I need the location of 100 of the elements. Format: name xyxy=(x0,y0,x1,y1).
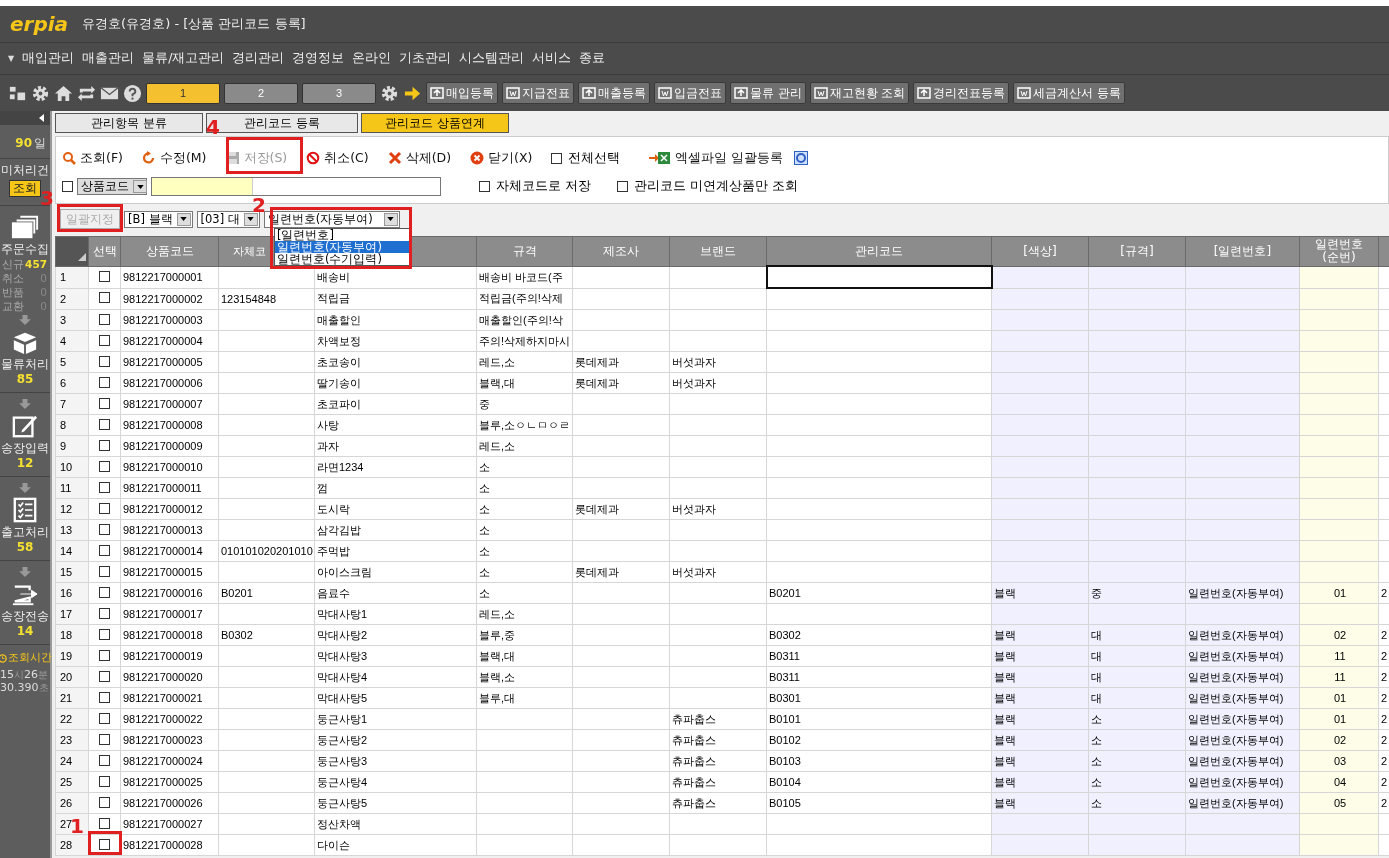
row-checkbox[interactable] xyxy=(99,502,110,514)
row-checkbox[interactable] xyxy=(99,355,110,367)
row-checkbox[interactable] xyxy=(99,586,110,598)
order-label[interactable]: 주문수집 xyxy=(1,242,49,257)
select-all-checkbox[interactable] xyxy=(551,152,563,164)
column-header[interactable]: 제조사 xyxy=(603,243,639,258)
search-field-select[interactable]: 상품코드 xyxy=(77,178,147,195)
caret-icon[interactable]: ▼ xyxy=(8,54,15,63)
dropdown-option[interactable]: 일련번호(수기입력) xyxy=(275,253,409,265)
step-label[interactable]: 송장입력 xyxy=(1,441,49,456)
row-checkbox[interactable] xyxy=(99,796,110,808)
option-checkbox[interactable] xyxy=(617,181,628,192)
stack-icon[interactable] xyxy=(11,214,39,240)
tab[interactable]: 관리항목 분류 xyxy=(55,113,203,133)
page-tab[interactable]: 3 xyxy=(302,82,376,104)
row-checkbox[interactable] xyxy=(99,334,110,346)
row-checkbox[interactable] xyxy=(99,481,110,493)
option-checkbox[interactable] xyxy=(479,181,490,192)
dropdown-option[interactable]: 일련번호(자동부여) xyxy=(275,241,409,253)
toolbar-button[interactable]: 매입등록 xyxy=(426,82,498,104)
column-header[interactable]: 관리코드 xyxy=(855,243,903,258)
action-button[interactable]: 닫기(X) xyxy=(470,149,533,167)
row-checkbox[interactable] xyxy=(99,270,110,282)
row-checkbox[interactable] xyxy=(99,754,110,766)
toolbar-button[interactable]: 매출등록 xyxy=(578,82,650,104)
row-checkbox[interactable] xyxy=(99,397,110,409)
row-checkbox[interactable] xyxy=(99,544,110,556)
row-checkbox[interactable] xyxy=(99,628,110,640)
dropdown-option[interactable]: [일련번호] xyxy=(275,229,409,241)
menu-item[interactable]: 물류/재고관리 xyxy=(142,50,225,67)
home-icon[interactable] xyxy=(54,83,73,103)
menu-item[interactable]: 기초관리 xyxy=(399,50,452,67)
column-header[interactable]: [규격] xyxy=(1120,243,1154,258)
help-icon[interactable] xyxy=(794,151,809,165)
step-label[interactable]: 송장전송 xyxy=(1,609,49,624)
step-label[interactable]: 출고처리 xyxy=(1,525,49,540)
row-checkbox[interactable] xyxy=(99,712,110,724)
page-tab[interactable]: 1 xyxy=(146,82,220,104)
menu-item[interactable]: 매출관리 xyxy=(82,50,135,67)
menu-item[interactable]: 경리관리 xyxy=(232,50,285,67)
column-header[interactable]: 규격 xyxy=(512,243,537,258)
query-button[interactable]: 조회 xyxy=(9,180,41,197)
row-checkbox[interactable] xyxy=(99,838,110,850)
step-label[interactable]: 물류처리 xyxy=(1,357,49,372)
row-checkbox[interactable] xyxy=(99,460,110,472)
row-checkbox[interactable] xyxy=(99,418,110,430)
color-select[interactable]: [B] 블랙 xyxy=(124,210,193,228)
toolbar-button[interactable]: 세금계산서 등록 xyxy=(1013,82,1125,104)
toolbar-button[interactable]: 물류 관리 xyxy=(730,82,806,104)
row-number: 5 xyxy=(60,356,67,368)
menu-item[interactable]: 온라인 xyxy=(352,50,392,67)
row-number: 20 xyxy=(60,671,73,683)
checklist-icon[interactable] xyxy=(11,497,39,523)
column-header[interactable]: 브랜드 xyxy=(700,243,736,258)
toolbar-button[interactable]: 경리전표등록 xyxy=(913,82,1010,104)
settings-icon[interactable] xyxy=(31,83,50,103)
refresh-icon[interactable] xyxy=(77,83,96,103)
row-checkbox[interactable] xyxy=(99,649,110,661)
edit-cell[interactable] xyxy=(766,266,992,288)
row-checkbox[interactable] xyxy=(99,523,110,535)
column-header[interactable]: 자체코 xyxy=(233,244,266,258)
row-checkbox[interactable] xyxy=(99,313,110,325)
row-checkbox[interactable] xyxy=(99,607,110,619)
settings-icon[interactable] xyxy=(380,83,399,103)
column-header[interactable]: [색상] xyxy=(1023,243,1057,258)
row-checkbox[interactable] xyxy=(99,775,110,787)
clock-icon xyxy=(0,653,7,663)
menu-item[interactable]: 매입관리 xyxy=(22,50,75,67)
page-tab[interactable]: 2 xyxy=(224,82,298,104)
action-button[interactable]: 수정(M) xyxy=(141,149,207,167)
action-button[interactable]: 취소(C) xyxy=(306,149,369,167)
menu-item[interactable]: 서비스 xyxy=(532,50,572,67)
action-button[interactable]: 조회(F) xyxy=(62,149,123,167)
row-checkbox[interactable] xyxy=(99,817,110,829)
search-checkbox[interactable] xyxy=(62,181,73,192)
row-checkbox[interactable] xyxy=(99,691,110,703)
row-checkbox[interactable] xyxy=(99,733,110,745)
excel-upload-button[interactable]: 엑셀파일 일괄등록 xyxy=(649,149,784,167)
row-checkbox[interactable] xyxy=(99,292,110,304)
table-cell: 블랙 xyxy=(994,754,1016,767)
row-checkbox[interactable] xyxy=(99,565,110,577)
toolbar-button[interactable]: 입금전표 xyxy=(654,82,726,104)
table-cell: 매출할인(주의!삭 xyxy=(479,313,563,326)
menu-item[interactable]: 시스템관리 xyxy=(459,50,525,67)
corner-icon[interactable] xyxy=(78,252,86,261)
help-icon[interactable] xyxy=(123,83,142,103)
row-checkbox[interactable] xyxy=(99,670,110,682)
collapse-icon[interactable] xyxy=(39,114,44,122)
menu-item[interactable]: 경영정보 xyxy=(292,50,345,67)
row-number: 11 xyxy=(60,482,72,494)
toolbar-button[interactable]: 재고현황 조회 xyxy=(809,82,910,104)
table-cell: 010101020201010 xyxy=(221,545,313,557)
action-button[interactable]: 삭제(D) xyxy=(387,149,452,167)
row-checkbox[interactable] xyxy=(99,376,110,388)
menu-item[interactable]: 종료 xyxy=(579,50,606,67)
edit-icon[interactable] xyxy=(11,413,39,439)
search-input[interactable] xyxy=(151,177,441,196)
row-checkbox[interactable] xyxy=(99,439,110,451)
toolbar-button[interactable]: 지급전표 xyxy=(502,82,574,104)
tab[interactable]: 관리코드 상품연계 xyxy=(361,113,509,133)
